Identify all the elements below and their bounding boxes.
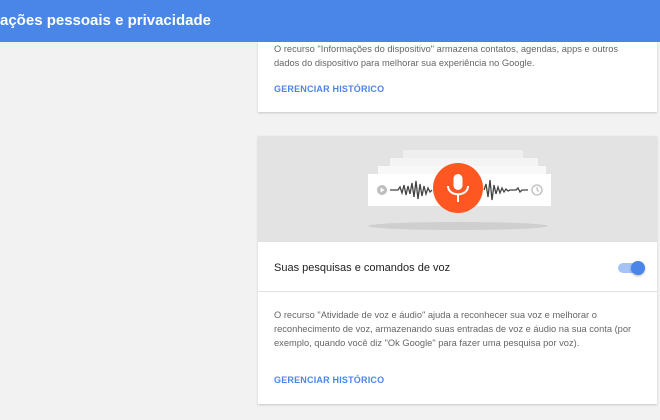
- device-info-card: O recurso "Informações do dispositivo" a…: [258, 42, 657, 112]
- voice-manage-history-link[interactable]: GERENCIAR HISTÓRICO: [274, 375, 384, 385]
- card-shadow: [368, 222, 548, 230]
- voice-activity-toggle[interactable]: [618, 261, 645, 275]
- play-icon: [377, 185, 387, 195]
- device-info-manage-history-link[interactable]: GERENCIAR HISTÓRICO: [274, 84, 384, 94]
- device-info-description: O recurso "Informações do dispositivo" a…: [274, 44, 619, 68]
- voice-activity-card: Suas pesquisas e comandos de voz O recur…: [258, 136, 657, 404]
- voice-setting-label: Suas pesquisas e comandos de voz: [274, 262, 451, 274]
- hero-divider: [258, 241, 657, 242]
- setting-divider: [258, 291, 657, 292]
- voice-activity-description: O recurso "Atividade de voz e áudio" aju…: [274, 310, 632, 348]
- app-header: ações pessoais e privacidade: [0, 0, 660, 42]
- microphone-icon: [433, 163, 483, 213]
- toggle-knob: [631, 261, 645, 275]
- voice-illustration-graphic: [368, 150, 551, 230]
- page-title: ações pessoais e privacidade: [0, 12, 211, 29]
- voice-illustration: [258, 136, 657, 241]
